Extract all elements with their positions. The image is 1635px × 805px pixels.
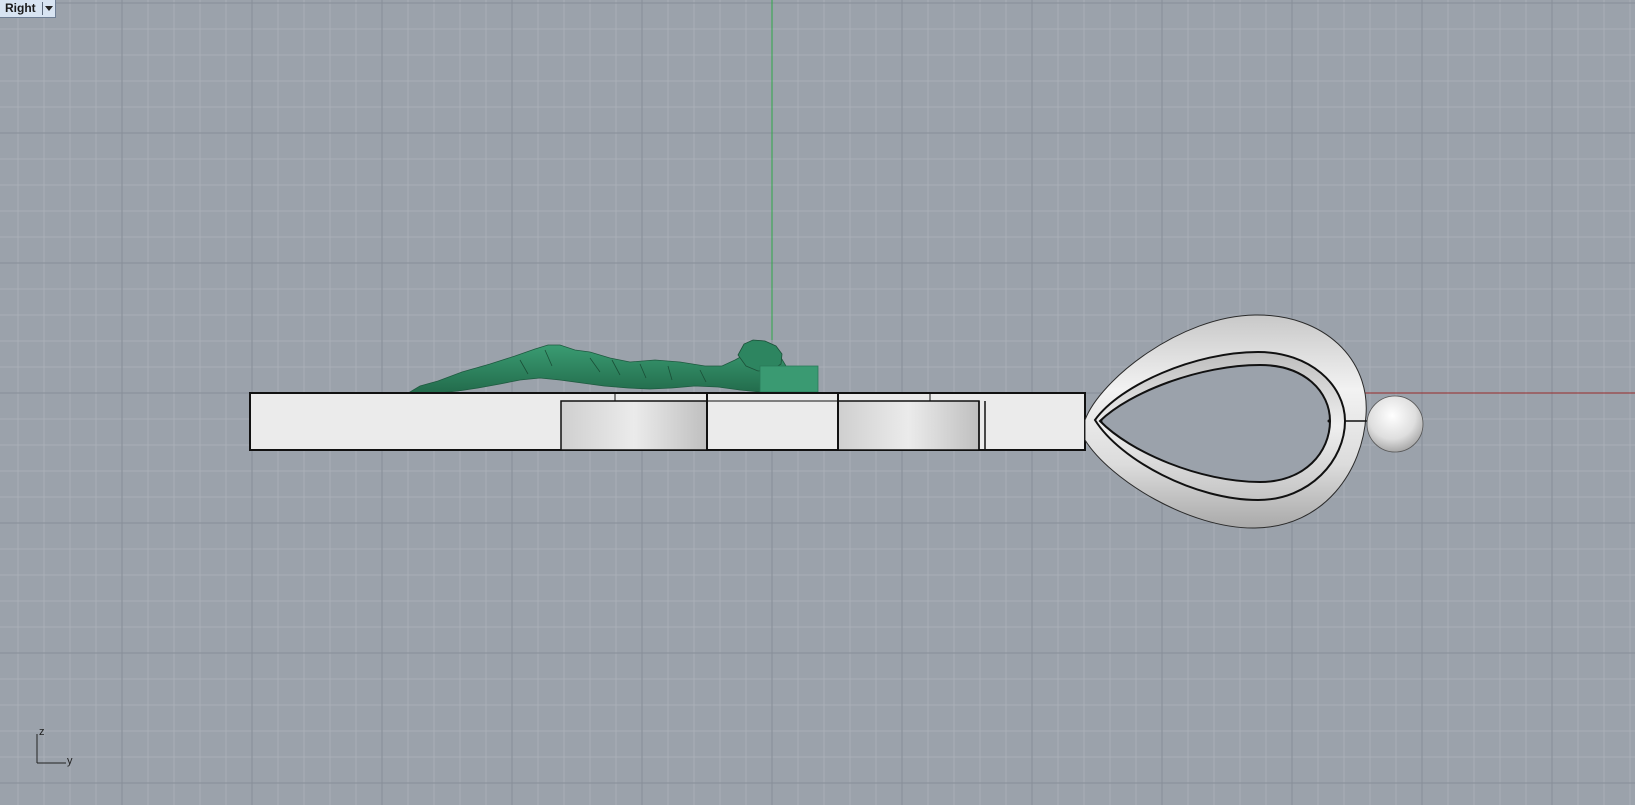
bail-ball	[1366, 395, 1424, 453]
axis-indicator: z y	[30, 726, 78, 768]
dropdown-triangle-icon[interactable]	[43, 0, 55, 17]
axis-y-label: y	[67, 755, 73, 767]
viewport-canvas[interactable]	[0, 0, 1635, 805]
right-viewport[interactable]: Right z y	[0, 0, 1635, 805]
viewport-name[interactable]: Right	[0, 0, 42, 17]
base-bar-model[interactable]	[249, 392, 1086, 451]
recess-left	[560, 400, 708, 451]
seam-dot-left	[1099, 419, 1103, 423]
recess-right	[837, 400, 980, 451]
axis-z-label: z	[39, 726, 45, 738]
seam-dot-right	[1327, 419, 1331, 423]
figure-block	[759, 365, 819, 393]
viewport-title-tab[interactable]: Right	[0, 0, 56, 18]
